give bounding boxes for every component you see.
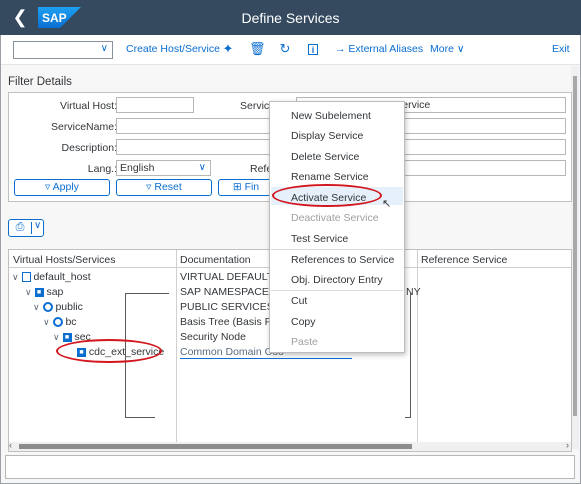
create-host-service-button[interactable]: Create Host/Service <box>126 43 220 55</box>
expand-icon[interactable]: ∨ <box>12 272 19 282</box>
service-name-label: ServiceName: <box>51 121 117 133</box>
menu-item-cut[interactable]: Cut <box>291 295 307 307</box>
toolbar: ∨ Create Host/Service ✦ 🗑 ↻ i → External… <box>1 35 580 65</box>
menu-item-delete-service[interactable]: Delete Service <box>291 151 359 163</box>
toolbar-dropdown[interactable]: ∨ <box>13 41 113 59</box>
node-icon <box>42 302 53 313</box>
menu-item-new-subelement[interactable]: New Subelement <box>291 110 371 122</box>
column-reference-service[interactable]: Reference Service <box>421 254 507 266</box>
menu-item-deactivate-service: Deactivate Service <box>291 212 379 224</box>
chevron-down-icon: ∨ <box>100 43 108 54</box>
host-icon <box>21 272 31 283</box>
scroll-left-icon[interactable]: ‹ <box>9 440 12 450</box>
reset-button[interactable]: ▿ Reset <box>116 179 212 196</box>
filter-icon: ▿ <box>45 181 51 193</box>
context-menu: New Subelement Display Service Delete Se… <box>269 101 405 353</box>
print-icon: ⎙ <box>15 221 25 233</box>
lang-select[interactable]: English ∨ <box>116 160 211 176</box>
arrow-right-icon: → <box>335 43 346 55</box>
find-button[interactable]: ⊞ Fin <box>218 179 274 196</box>
trash-icon[interactable]: 🗑 <box>249 41 266 57</box>
annotation-oval-activate <box>272 184 382 207</box>
node-icon <box>52 317 63 328</box>
filter-title: Filter Details <box>8 76 72 88</box>
horizontal-scrollbar[interactable]: ‹ › <box>9 440 571 451</box>
virtual-host-label: Virtual Host: <box>60 100 117 112</box>
more-button[interactable]: More ∨ <box>430 43 465 55</box>
service-icon: ■ <box>62 332 72 342</box>
lang-label: Lang.: <box>87 163 117 175</box>
virtual-host-input[interactable] <box>116 97 194 113</box>
expand-icon[interactable]: ∨ <box>33 302 40 312</box>
menu-item-rename-service[interactable]: Rename Service <box>291 171 369 183</box>
page-title: Define Services <box>241 10 340 26</box>
menu-item-test-service[interactable]: Test Service <box>291 233 348 245</box>
description-label: Description: <box>61 142 117 154</box>
refresh-icon[interactable]: ↻ <box>277 41 293 57</box>
chevron-down-icon: ∨ <box>34 220 42 231</box>
print-menu-button[interactable]: ⎙ ∨ <box>8 219 44 237</box>
annotation-oval-service <box>56 339 162 363</box>
column-virtual-hosts[interactable]: Virtual Hosts/Services <box>13 254 116 266</box>
cursor-icon: ↖ <box>382 198 392 210</box>
clear-filter-icon: ▿ <box>146 181 152 193</box>
scroll-thumb[interactable] <box>573 76 577 416</box>
chevron-down-icon: ∨ <box>456 43 465 55</box>
expand-icon[interactable]: ∨ <box>43 317 50 327</box>
menu-item-display-service[interactable]: Display Service <box>291 130 363 142</box>
find-icon: ⊞ <box>232 181 242 193</box>
expand-icon[interactable]: ∨ <box>25 287 32 297</box>
scroll-thumb[interactable] <box>19 444 412 449</box>
expand-icon[interactable]: ∨ <box>53 332 60 342</box>
message-bar <box>5 455 575 479</box>
info-icon[interactable]: i <box>305 41 321 57</box>
menu-item-references[interactable]: References to Service <box>291 254 394 266</box>
menu-item-paste: Paste <box>291 336 318 348</box>
service-icon: ■ <box>34 287 44 297</box>
menu-item-obj-directory[interactable]: Obj. Directory Entry <box>291 274 383 286</box>
shell-bar: ❮ SAP Define Services <box>0 0 581 35</box>
external-aliases-button[interactable]: → External Aliases <box>335 43 423 55</box>
exit-button[interactable]: Exit <box>552 43 570 55</box>
column-documentation[interactable]: Documentation <box>180 254 251 266</box>
vertical-scrollbar[interactable] <box>571 66 579 449</box>
apply-button[interactable]: ▿ Apply <box>14 179 110 196</box>
chevron-down-icon: ∨ <box>198 162 206 173</box>
scroll-right-icon[interactable]: › <box>566 440 569 450</box>
menu-item-copy[interactable]: Copy <box>291 316 316 328</box>
wand-icon[interactable]: ✦ <box>220 41 236 57</box>
